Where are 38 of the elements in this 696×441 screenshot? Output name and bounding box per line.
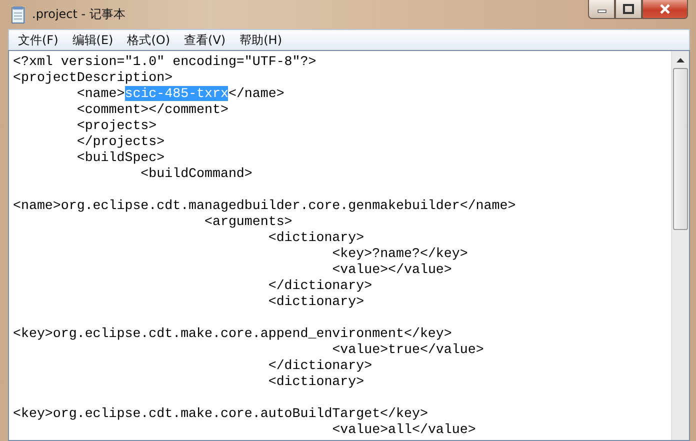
code-line: <key>org.eclipse.cdt.make.core.autoBuildTarget</key> [13, 406, 429, 422]
code-line: <?xml version="1.0" encoding="UTF-8"?> [13, 54, 318, 70]
maximize-icon [623, 4, 634, 14]
code-line: <comment></comment> [76, 102, 230, 118]
code-line: <dictionary> [267, 294, 366, 310]
menu-item[interactable]: 编辑(E) [65, 30, 120, 50]
menu-item[interactable]: 格式(O) [120, 30, 178, 50]
code-line: <projects> [76, 118, 158, 134]
maximize-button[interactable] [615, 0, 642, 19]
code-line: <arguments> [204, 214, 294, 230]
code-line: <projectDescription> [13, 70, 174, 86]
vertical-scrollbar[interactable] [671, 51, 689, 440]
code-line: </dictionary> [267, 358, 374, 374]
notepad-icon [10, 6, 26, 24]
code-line: <buildCommand> [140, 166, 254, 182]
scrollbar-thumb[interactable] [673, 68, 688, 230]
code-line: <dictionary> [267, 374, 366, 390]
menu-item[interactable]: 查看(V) [177, 30, 233, 50]
code-text: </name> [228, 86, 284, 101]
code-line: <dictionary> [267, 230, 366, 246]
code-line: <name>org.eclipse.cdt.managedbuilder.core.genmakebuilder</name> [13, 198, 517, 214]
code-line: <key>?name?</key> [331, 246, 469, 262]
code-line: </dictionary> [267, 278, 374, 294]
close-button[interactable] [642, 0, 688, 19]
code-line: <value></value> [331, 262, 453, 278]
scroll-up-icon[interactable] [676, 57, 685, 63]
close-icon [659, 4, 671, 14]
selected-text: scic-485-txrx [124, 86, 228, 101]
code-line: </projects> [76, 134, 166, 150]
window-title: .project - 记事本 [32, 6, 126, 23]
minimize-button[interactable] [588, 0, 615, 19]
code-line: <key>org.eclipse.cdt.make.core.append_environment</key> [13, 326, 453, 342]
code-line: <buildSpec> [76, 150, 166, 166]
menu-item[interactable]: 文件(F) [11, 30, 66, 50]
menu-item[interactable]: 帮助(H) [232, 30, 289, 50]
code-line: <value>true</value> [331, 342, 485, 358]
code-line: <value>all</value> [331, 422, 477, 438]
code-text: <name> [76, 86, 125, 101]
